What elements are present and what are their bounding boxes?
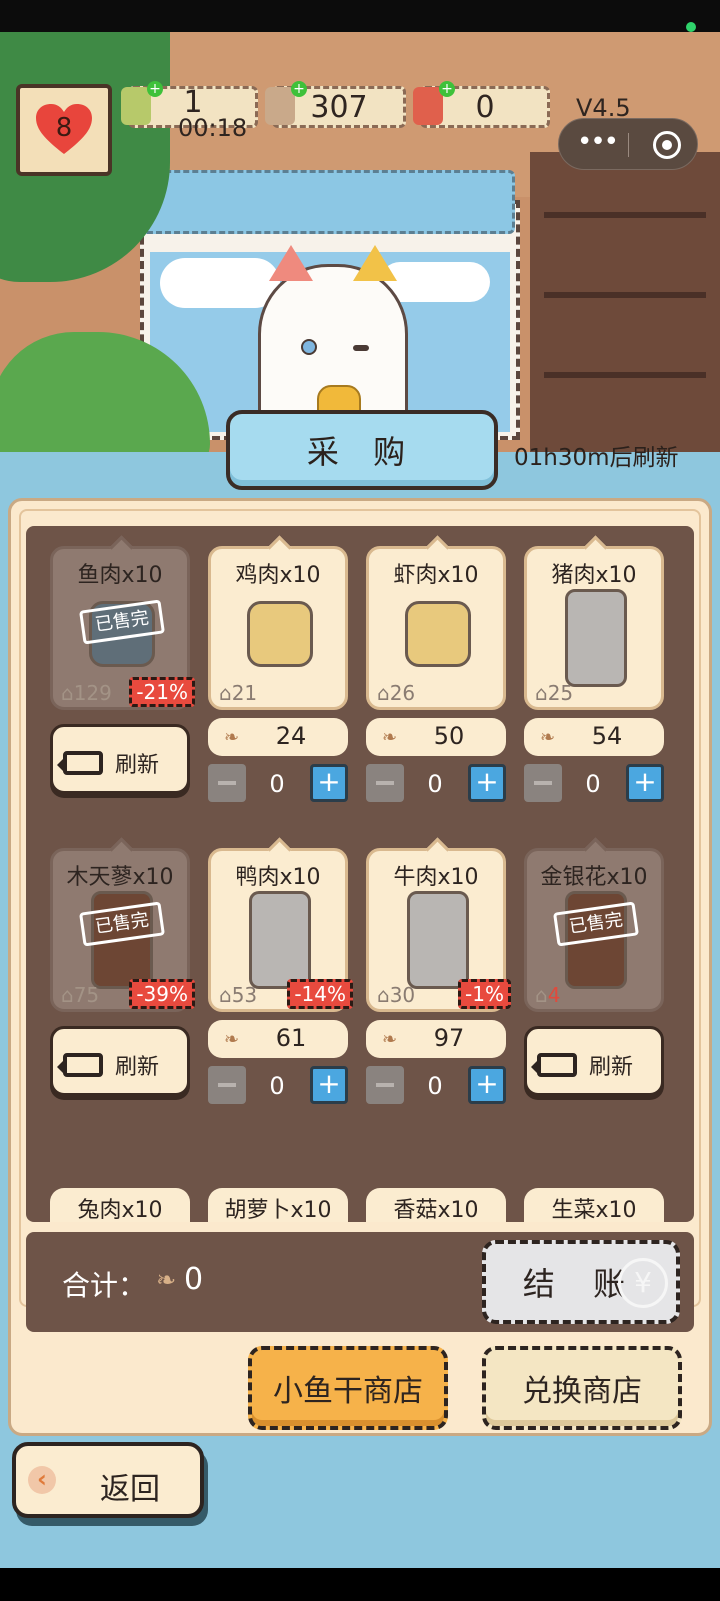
status-dot-icon [686,22,696,32]
stock-count: ⌂25 [535,681,574,705]
minus-button[interactable] [524,764,562,802]
exchange-shop-button[interactable]: 兑换商店 [482,1346,682,1430]
dried-fish-icon: ❧ [540,727,556,748]
minus-button[interactable] [208,1066,246,1104]
refresh-button[interactable]: 刷新 [50,724,190,794]
goods-card[interactable]: 木天蓼x10 已售完 ⌂75 -39% [50,848,195,1012]
stock-count: ⌂21 [219,681,258,705]
minus-button[interactable] [208,764,246,802]
goods-card-partial[interactable]: 香菇x10 [366,1188,506,1222]
discount-badge: -39% [129,979,195,1009]
dried-fish-icon: ❧ [224,727,240,748]
total-value: 0 [184,1262,204,1297]
goods-card[interactable]: 金银花x10 已售完 ⌂4 [524,848,664,1012]
price-tag: ❧ 61 [208,1020,348,1058]
price-tag: ❧ 24 [208,718,348,756]
video-camera-icon [57,1053,103,1077]
refresh-button[interactable]: 刷新 [524,1026,664,1096]
dried-fish-icon: ❧ [382,1029,398,1050]
add-icon[interactable]: + [147,81,163,97]
dried-fish-icon: ❧ [156,1266,177,1294]
total-bar: 合计： ❧ 0 结 账 ¥ [26,1232,694,1332]
video-camera-icon [57,751,103,775]
refresh-button[interactable]: 刷新 [50,1026,190,1096]
beef-can-icon [407,891,469,989]
pork-can-icon [565,589,627,687]
refresh-timer: 01h30m后刷新 [514,445,679,471]
stock-count: ⌂30 [377,983,416,1007]
goods-card[interactable]: 猪肉x10 ⌂25 [524,546,664,710]
discount-badge: -21% [129,677,195,707]
yen-icon: ¥ [618,1258,668,1308]
goods-card[interactable]: 鸭肉x10 ⌂53 -14% [208,848,353,1012]
duck-can-icon [249,891,311,989]
price-tag: ❧ 54 [524,718,664,756]
goods-card[interactable]: 鸡肉x10 ⌂21 [208,546,348,710]
red-packet-icon [413,87,443,125]
stock-count: ⌂26 [377,681,416,705]
price-tag: ❧ 97 [366,1020,506,1058]
price-tag: ❧ 50 [366,718,506,756]
goods-grid: 鱼肉x10 已售完 ⌂129 -21% 鸡肉x10 ⌂21 虾肉x10 ⌂26 … [26,526,694,1222]
tab-purchase[interactable]: 采 购 [226,410,498,490]
total-label: 合计： [62,1269,147,1302]
goods-card-partial[interactable]: 胡萝卜x10 [208,1188,348,1222]
plus-button[interactable]: + [468,1066,506,1104]
dried-fish-icon: ❧ [382,727,398,748]
plus-button[interactable]: + [468,764,506,802]
energy-timer: 00:18 [178,114,248,142]
heart-icon: 8 [36,104,92,156]
plus-button[interactable]: + [310,764,348,802]
minus-button[interactable] [366,1066,404,1104]
quantity-stepper: 0 + [366,764,506,804]
dried-fish-shop-button[interactable]: 小鱼干商店 [248,1346,448,1430]
stock-count: ⌂75 [61,983,100,1007]
miniprogram-capsule[interactable]: ••• [558,118,698,170]
plus-button[interactable]: + [310,1066,348,1104]
add-icon[interactable]: + [439,81,455,97]
quantity-stepper: 0 + [366,1066,506,1106]
discount-badge: -14% [287,979,353,1009]
plus-button[interactable]: + [626,764,664,802]
close-target-icon[interactable] [653,131,681,159]
stock-count: ⌂4 [535,983,561,1007]
discount-badge: -1% [458,979,511,1009]
add-icon[interactable]: + [291,81,307,97]
video-camera-icon [531,1053,577,1077]
back-arrow-icon: ‹ [28,1466,56,1494]
resource-dried-fish[interactable]: + 307 [265,81,406,128]
chicken-can-icon [247,601,313,667]
back-button[interactable]: ‹ 返回 [12,1442,204,1518]
stock-count: ⌂53 [219,983,258,1007]
goods-card-partial[interactable]: 生菜x10 [524,1188,664,1222]
more-icon[interactable]: ••• [577,127,619,157]
goods-card[interactable]: 鱼肉x10 已售完 ⌂129 -21% [50,546,195,710]
goods-card-partial[interactable]: 兔肉x10 [50,1188,190,1222]
goods-card[interactable]: 虾肉x10 ⌂26 [366,546,506,710]
status-bar [0,0,720,32]
bookshelf [530,152,720,452]
checkout-button[interactable]: 结 账 ¥ [482,1240,680,1324]
stock-count: ⌂129 [61,681,112,705]
resource-red-packet[interactable]: + 0 [413,81,550,128]
minus-button[interactable] [366,764,404,802]
hearts-counter[interactable]: 8 [16,84,112,176]
dried-fish-icon: ❧ [224,1029,240,1050]
quantity-stepper: 0 + [208,1066,348,1106]
goods-card[interactable]: 牛肉x10 ⌂30 -1% [366,848,511,1012]
bottle-icon [121,87,151,125]
quantity-stepper: 0 + [524,764,664,804]
shrimp-can-icon [405,601,471,667]
dried-fish-icon [265,87,295,125]
quantity-stepper: 0 + [208,764,348,804]
